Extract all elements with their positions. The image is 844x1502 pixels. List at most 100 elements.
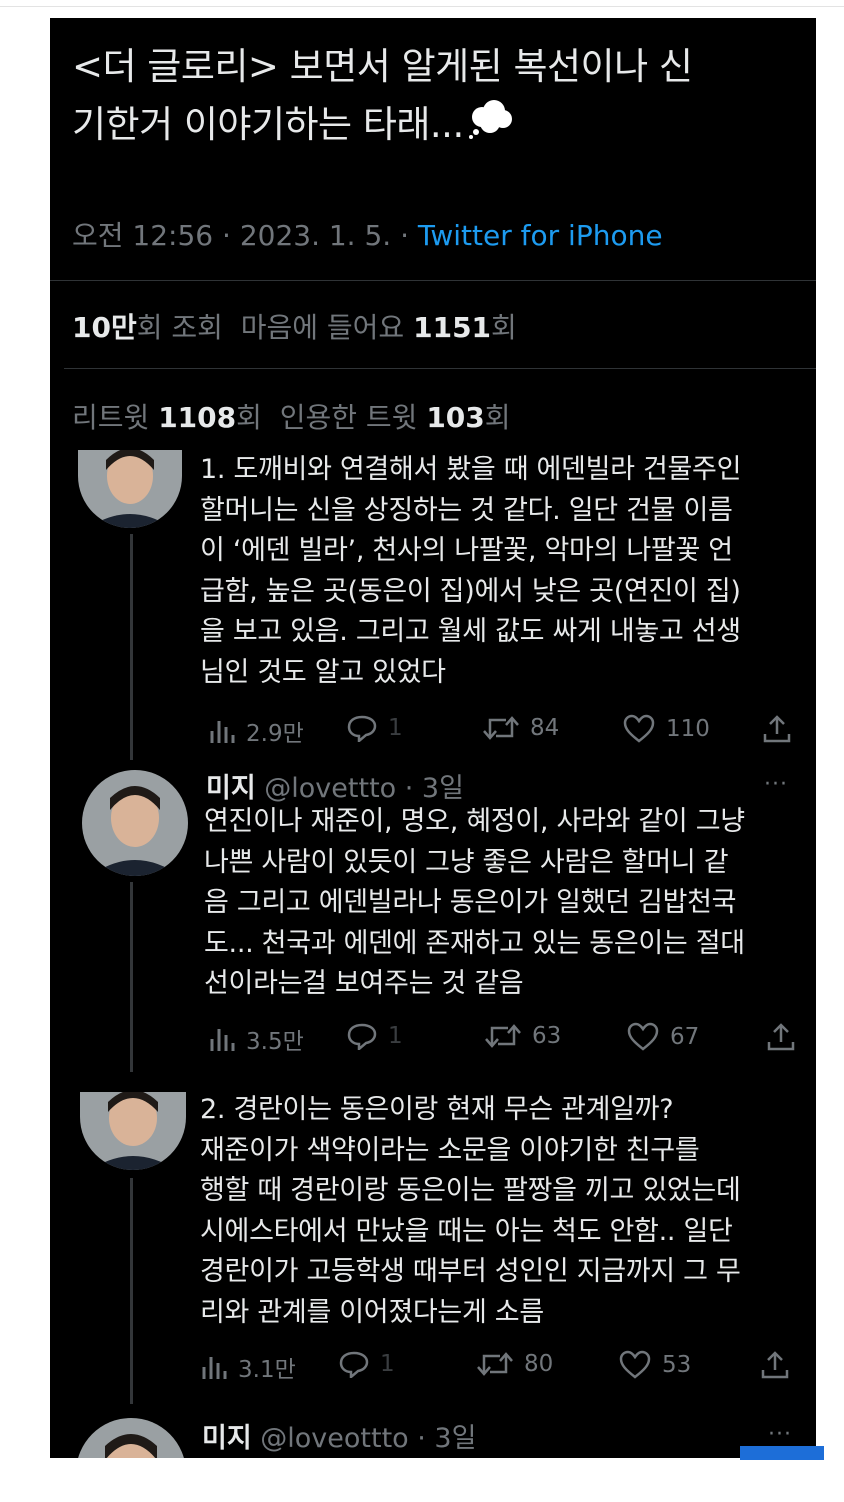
more-options-icon[interactable]: ··· (764, 772, 788, 797)
retweets-suffix: 회 (236, 401, 262, 434)
text-line: 나쁜 사람이 있듯이 그냥 좋은 사람은 할머니 같 (204, 846, 729, 878)
reply-1-text: 1. 도깨비와 연결해서 봤을 때 에덴빌라 건물주인 할머니는 신을 상징하는… (200, 450, 812, 693)
tweet-timestamp: 오전 12:56 · 2023. 1. 5. · Twitter for iPh… (72, 214, 663, 254)
reply-count: 1 (388, 715, 403, 741)
text-line: 선이라는걸 보여주는 것 같음 (204, 968, 524, 999)
text-line: 할머니는 신을 상징하는 것 같다. 일단 건물 이름 (200, 494, 733, 526)
tweet-time: 오전 12:56 · 2023. 1. 5. · (72, 219, 418, 252)
tweet-screenshot: <더 글로리> 보면서 알게된 복선이나 신 기한거 이야기하는 타래... 오… (50, 18, 816, 1458)
text-line: 급함, 높은 곳(동은이 집)에서 낮은 곳(연진이 집) (200, 575, 741, 607)
retweet-button[interactable]: 84 (482, 714, 559, 742)
heart-icon (619, 1350, 651, 1379)
avatar[interactable] (78, 450, 182, 528)
views-count: 3.5만 (246, 1029, 304, 1055)
tweet-title: <더 글로리> 보면서 알게된 복선이나 신 기한거 이야기하는 타래... (72, 38, 802, 156)
handle-and-time[interactable]: @loveottto · 3일 (260, 1423, 476, 1454)
reply-icon (347, 1023, 377, 1050)
reply-2-header: 미지 @lovettto · 3일 (206, 766, 464, 805)
retweet-button[interactable]: 63 (484, 1022, 561, 1050)
handle-and-time[interactable]: @lovettto · 3일 (264, 773, 464, 804)
text-line: 행할 때 경란이랑 동은이는 팔짱을 끼고 있었는데 (200, 1175, 741, 1206)
likes-suffix: 회 (491, 311, 517, 344)
scrollbar-thumb[interactable] (740, 1446, 824, 1460)
retweet-count: 80 (524, 1351, 554, 1377)
retweet-icon (483, 716, 519, 740)
like-count: 53 (662, 1352, 692, 1378)
text-line: 2. 경란이는 동은이랑 현재 무슨 관계일까? (200, 1094, 674, 1125)
like-button[interactable]: 53 (618, 1350, 691, 1380)
text-line: 리와 관계를 이어졌다는게 소름 (200, 1296, 544, 1328)
retweet-count: 63 (532, 1023, 562, 1049)
reply-4-header: 미지 @loveottto · 3일 (202, 1416, 476, 1455)
reply-3-text: 2. 경란이는 동은이랑 현재 무슨 관계일까? 재준이가 색약이라는 소문을 … (200, 1090, 812, 1333)
like-count: 110 (666, 716, 710, 742)
views-likes-stats: 10만회 조회 마음에 들어요 1151회 (72, 306, 517, 346)
views-count: 3.1만 (238, 1357, 296, 1383)
share-icon (761, 1351, 789, 1379)
avatar[interactable] (82, 770, 188, 876)
share-icon (767, 1023, 795, 1051)
retweet-icon (485, 1024, 521, 1048)
retweets-count[interactable]: 1108 (158, 401, 236, 434)
share-icon (763, 715, 791, 743)
like-button[interactable]: 67 (626, 1022, 699, 1052)
likes-count[interactable]: 1151 (413, 311, 491, 344)
views-label: 회 조회 (136, 311, 223, 344)
analytics-icon (210, 721, 235, 743)
divider (50, 280, 816, 281)
text-line: 을 보고 있음. 그리고 월세 값도 싸게 내놓고 선생 (200, 616, 741, 647)
avatar[interactable] (76, 1418, 186, 1458)
views-button[interactable]: 2.9만 (208, 714, 304, 748)
text-line: 이 ‘에덴 빌라’, 천사의 나팔꽃, 악마의 나팔꽃 언 (200, 535, 733, 566)
quotes-label[interactable]: 인용한 트윗 (280, 401, 418, 434)
views-count: 10만 (72, 311, 137, 344)
retweet-quote-stats: 리트윗 1108회 인용한 트윗 103회 (72, 396, 511, 436)
text-line: 경란이가 고등학생 때부터 성인인 지금까지 그 무 (200, 1256, 741, 1287)
thread-line (130, 534, 133, 760)
reply-button[interactable]: 1 (346, 714, 403, 742)
avatar[interactable] (80, 1092, 186, 1170)
reply-button[interactable]: 1 (346, 1022, 403, 1050)
text-line: 연진이나 재준이, 명오, 혜정이, 사라와 같이 그냥 (204, 806, 745, 837)
views-count: 2.9만 (246, 721, 304, 747)
retweet-button[interactable]: 80 (476, 1350, 553, 1378)
quotes-suffix: 회 (484, 401, 511, 434)
reply-2-actions: 3.5만 1 63 67 (208, 1022, 808, 1062)
reply-icon (339, 1351, 369, 1378)
likes-label[interactable]: 마음에 들어요 (241, 311, 404, 344)
reply-button[interactable]: 1 (338, 1350, 395, 1378)
share-button[interactable] (760, 1350, 800, 1380)
reply-count: 1 (388, 1023, 403, 1049)
reply-icon (347, 715, 377, 742)
analytics-icon (210, 1029, 235, 1051)
more-options-icon[interactable]: ··· (768, 1422, 792, 1447)
share-button[interactable] (766, 1022, 806, 1052)
thread-line (130, 1178, 133, 1404)
display-name[interactable]: 미지 (202, 1423, 252, 1454)
divider (64, 368, 816, 369)
tweet-title-line-1: <더 글로리> 보면서 알게된 복선이나 신 (72, 45, 693, 88)
display-name[interactable]: 미지 (206, 773, 256, 804)
retweet-icon (477, 1352, 513, 1376)
retweets-label[interactable]: 리트윗 (72, 401, 149, 434)
text-line: 님인 것도 알고 있었다 (200, 656, 446, 688)
share-button[interactable] (762, 714, 802, 744)
reply-count: 1 (380, 1351, 395, 1377)
text-line: 1. 도깨비와 연결해서 봤을 때 에덴빌라 건물주인 (200, 454, 742, 485)
thought-balloon-icon (468, 98, 514, 156)
text-line: 음 그리고 에덴빌라나 동은이가 일했던 김밥천국 (204, 887, 737, 918)
views-button[interactable]: 3.5만 (208, 1022, 304, 1056)
analytics-icon (202, 1357, 227, 1379)
quotes-count[interactable]: 103 (426, 401, 484, 434)
thread-line (130, 882, 133, 1072)
like-button[interactable]: 110 (622, 714, 710, 744)
text-line: 시에스타에서 만났을 때는 아는 척도 안함.. 일단 (200, 1215, 733, 1247)
tweet-source-link[interactable]: Twitter for iPhone (418, 219, 663, 252)
like-count: 67 (670, 1024, 700, 1050)
retweet-count: 84 (530, 715, 560, 741)
heart-icon (627, 1022, 659, 1051)
heart-icon (623, 714, 655, 743)
views-button[interactable]: 3.1만 (200, 1350, 296, 1384)
reply-3-actions: 3.1만 1 80 53 (200, 1350, 800, 1390)
reply-2-text: 연진이나 재준이, 명오, 혜정이, 사라와 같이 그냥 나쁜 사람이 있듯이 … (204, 802, 814, 1005)
